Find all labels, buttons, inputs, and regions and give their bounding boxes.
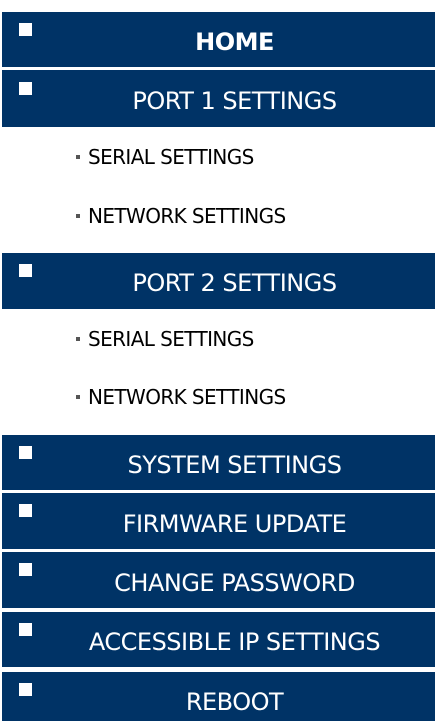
submenu-item-port2-network-settings[interactable]: NETWORK SETTINGS [76,385,286,409]
submenu-item-port2-serial-settings[interactable]: SERIAL SETTINGS [76,327,254,351]
white-square-icon [19,23,32,36]
white-square-icon [19,504,32,517]
white-square-icon [19,683,32,696]
menu-item-reboot-label: REBOOT [185,688,284,716]
menu-item-system-settings[interactable]: SYSTEM SETTINGS [2,435,435,490]
menu-item-accessible-ip-label: ACCESSIBLE IP SETTINGS [88,628,381,656]
white-square-icon [19,563,32,576]
small-square-icon [76,154,80,159]
menu-item-home[interactable]: HOME [2,12,435,67]
menu-item-port1-settings[interactable]: PORT 1 SETTINGS [2,70,435,127]
menu-item-port2-settings[interactable]: PORT 2 SETTINGS [2,253,435,309]
white-square-icon [19,82,32,95]
white-square-icon [19,264,32,277]
menu-item-firmware-label: FIRMWARE UPDATE [122,510,347,538]
main-navigation-menu: HOME PORT 1 SETTINGS SERIAL SETTINGS NET… [0,0,437,721]
white-square-icon [19,446,32,459]
small-square-icon [76,213,80,218]
menu-item-port1-label: PORT 1 SETTINGS [132,87,337,115]
submenu-item-label: NETWORK SETTINGS [88,204,286,228]
menu-item-system-label: SYSTEM SETTINGS [127,451,342,479]
menu-item-port2-label: PORT 2 SETTINGS [132,269,337,297]
submenu-item-port1-serial-settings[interactable]: SERIAL SETTINGS [76,145,254,169]
submenu-item-port1-network-settings[interactable]: NETWORK SETTINGS [76,204,286,228]
white-square-icon [19,623,32,636]
submenu-item-label: NETWORK SETTINGS [88,385,286,409]
menu-item-accessible-ip-settings[interactable]: ACCESSIBLE IP SETTINGS [2,612,435,667]
submenu-item-label: SERIAL SETTINGS [88,327,254,351]
small-square-icon [76,394,80,399]
menu-item-reboot[interactable]: REBOOT [2,672,435,721]
menu-item-password-label: CHANGE PASSWORD [114,569,355,597]
small-square-icon [76,336,80,341]
menu-item-firmware-update[interactable]: FIRMWARE UPDATE [2,493,435,549]
submenu-item-label: SERIAL SETTINGS [88,145,254,169]
menu-item-change-password[interactable]: CHANGE PASSWORD [2,552,435,608]
menu-item-home-label: HOME [195,28,274,56]
